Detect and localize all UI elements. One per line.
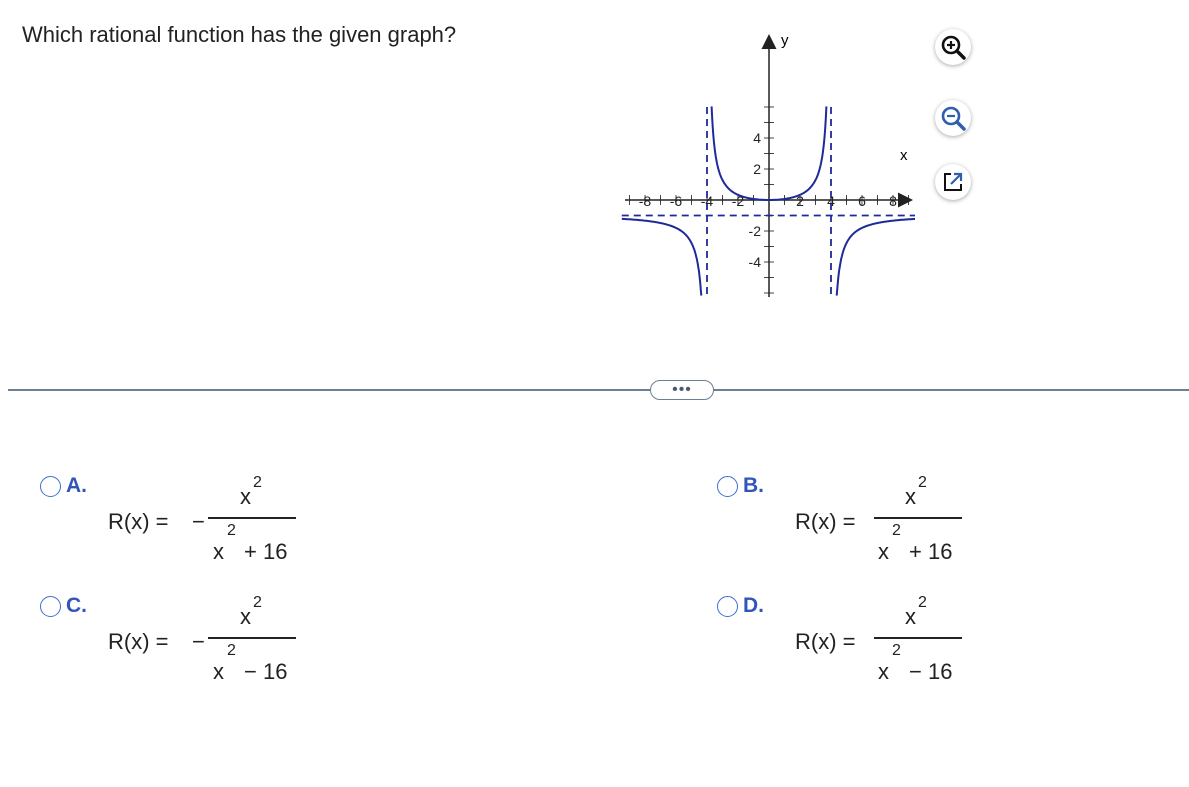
zoom-out-button[interactable] [935, 100, 971, 136]
x-tick-label: 8 [889, 193, 897, 209]
option-b-den-rest: + 16 [909, 539, 953, 564]
question-text: Which rational function has the given gr… [22, 22, 457, 47]
function-graph: -8 -6 -4 -2 2 4 6 8 4 2 -2 -4 x y [621, 32, 915, 297]
x-tick-label: -6 [670, 193, 683, 209]
option-b-den-exp: 2 [892, 522, 901, 539]
x-tick-label: -2 [732, 193, 745, 209]
option-c-sign: − [192, 629, 205, 654]
x-tick-label: 2 [796, 193, 804, 209]
more-button[interactable]: ••• [650, 380, 714, 400]
zoom-in-icon [941, 35, 966, 60]
y-tick-label: -4 [749, 254, 762, 270]
y-axis-label: y [781, 32, 789, 49]
option-a-fraction-line [208, 517, 296, 519]
x-axis-label: x [900, 147, 908, 164]
option-c-num-base: x [240, 604, 251, 629]
option-b-radio[interactable] [717, 476, 738, 497]
option-c-den-base: x [213, 659, 224, 684]
option-a-num-exp: 2 [253, 474, 262, 491]
option-d-lhs: R(x) = [795, 629, 856, 654]
x-tick-label: -8 [639, 193, 652, 209]
option-d-num-base: x [905, 604, 916, 629]
option-b-letter[interactable]: B. [743, 474, 764, 498]
option-d-radio[interactable] [717, 596, 738, 617]
option-d-num-exp: 2 [918, 594, 927, 611]
option-a-num-base: x [240, 484, 251, 509]
section-divider [8, 389, 1189, 391]
option-a-sign: − [192, 509, 205, 534]
option-d-den-rest: − 16 [909, 659, 953, 684]
option-c-den-exp: 2 [227, 642, 236, 659]
option-a-letter[interactable]: A. [66, 474, 87, 498]
y-tick-label: 2 [753, 161, 761, 177]
option-c-radio[interactable] [40, 596, 61, 617]
option-b-lhs: R(x) = [795, 509, 856, 534]
option-a-den-base: x [213, 539, 224, 564]
left-branch [621, 217, 703, 296]
zoom-out-icon [941, 106, 966, 131]
option-b-fraction-line [874, 517, 962, 519]
popout-icon [944, 172, 963, 191]
option-c-num-exp: 2 [253, 594, 262, 611]
zoom-in-button[interactable] [935, 29, 971, 65]
option-d-fraction-line [874, 637, 962, 639]
x-tick-label: 6 [858, 193, 866, 209]
popout-button[interactable] [935, 164, 971, 200]
option-b-num-exp: 2 [918, 474, 927, 491]
right-branch [835, 217, 915, 296]
option-b-num-base: x [905, 484, 916, 509]
option-c-letter[interactable]: C. [66, 594, 87, 618]
option-c-fraction-line [208, 637, 296, 639]
option-a-den-rest: + 16 [244, 539, 288, 564]
y-tick-label: -2 [749, 223, 762, 239]
option-b-den-base: x [878, 539, 889, 564]
option-d-den-exp: 2 [892, 642, 901, 659]
option-a-den-exp: 2 [227, 522, 236, 539]
option-a-radio[interactable] [40, 476, 61, 497]
y-tick-label: 4 [753, 130, 761, 146]
option-d-letter[interactable]: D. [743, 594, 764, 618]
option-c-lhs: R(x) = [108, 629, 169, 654]
option-d-den-base: x [878, 659, 889, 684]
option-c-den-rest: − 16 [244, 659, 288, 684]
x-tick-label: 4 [827, 193, 835, 209]
option-a-lhs: R(x) = [108, 509, 169, 534]
x-tick-label: -4 [701, 193, 714, 209]
